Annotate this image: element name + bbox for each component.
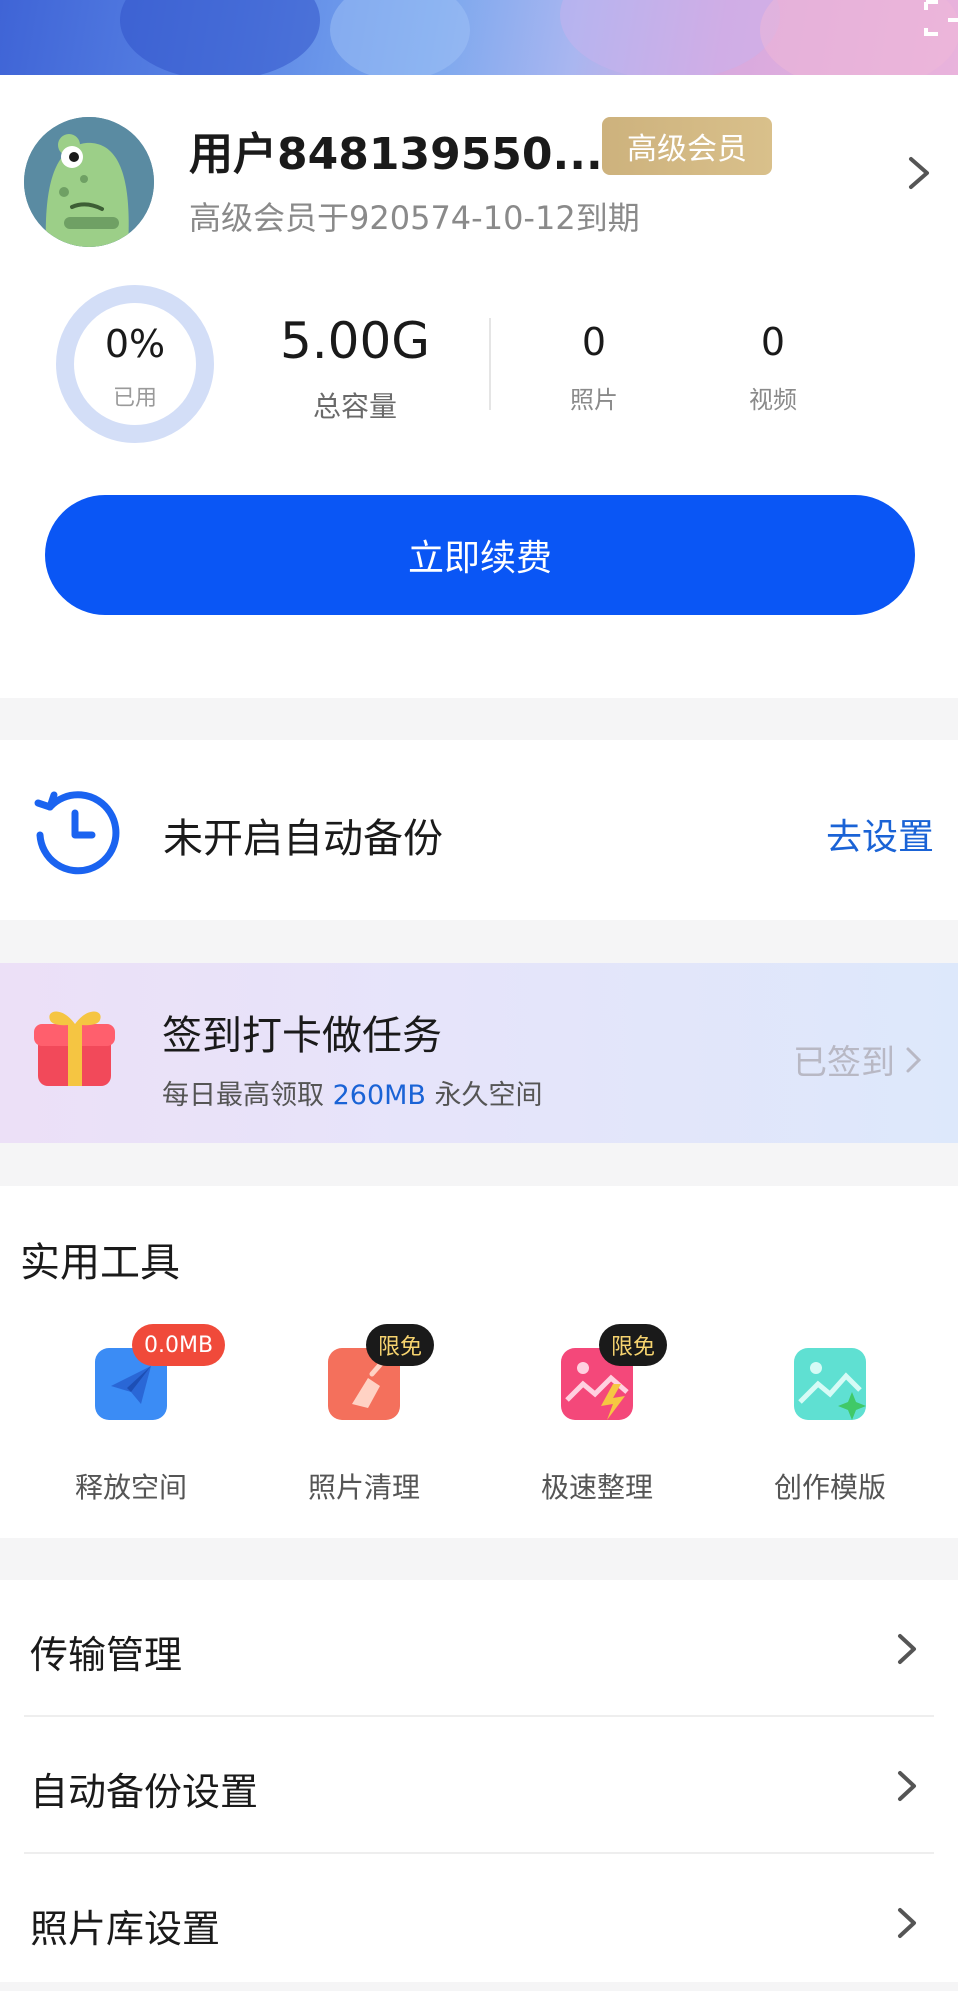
backup-clock-icon xyxy=(34,791,120,875)
tool-label: 释放空间 xyxy=(74,1471,187,1504)
sign-in-subtitle: 每日最高领取 260MB 永久空间 xyxy=(162,1073,543,1112)
capacity-value: 5.00G xyxy=(279,312,431,370)
videos-label: 视频 xyxy=(749,386,797,414)
tool-photo-cleanup[interactable]: 限免 照片清理 xyxy=(284,1324,444,1508)
videos-count[interactable]: 0 xyxy=(713,320,833,364)
monster-avatar-icon xyxy=(24,117,154,247)
photos-count[interactable]: 0 xyxy=(534,320,654,364)
auto-backup-card[interactable] xyxy=(0,740,958,920)
tools-title: 实用工具 xyxy=(20,1240,180,1286)
used-percent: 0% xyxy=(104,322,166,366)
sign-in-subtitle-suffix: 永久空间 xyxy=(434,1080,543,1111)
sparkle-image-icon xyxy=(794,1348,866,1420)
renew-button[interactable]: 立即续费 xyxy=(45,495,915,615)
signed-in-status[interactable]: 已签到 xyxy=(793,1035,925,1084)
vip-badge: 高级会员 xyxy=(602,117,772,175)
list-item-auto-backup-settings[interactable]: 自动备份设置 xyxy=(0,1717,958,1854)
stats-divider xyxy=(489,318,491,410)
list-item-transfer[interactable]: 传输管理 xyxy=(0,1580,958,1717)
membership-expiry: 高级会员于920574-10-12到期 xyxy=(189,199,640,237)
sign-in-subtitle-amount: 260MB xyxy=(332,1080,426,1111)
tool-free-space[interactable]: 0.0MB 释放空间 xyxy=(51,1324,226,1508)
list-item-label: 照片库设置 xyxy=(30,1907,221,1951)
username: 用户848139550... xyxy=(189,129,603,180)
tool-quick-organize[interactable]: 限免 极速整理 xyxy=(517,1324,677,1508)
chevron-right-icon xyxy=(906,1047,922,1072)
header-banner xyxy=(0,0,958,75)
list-item-photo-library-settings[interactable]: 照片库设置 xyxy=(0,1854,958,1991)
go-settings-link[interactable]: 去设置 xyxy=(826,808,934,860)
tool-label: 照片清理 xyxy=(307,1471,420,1504)
gift-icon xyxy=(34,1011,115,1086)
photos-label: 照片 xyxy=(570,386,618,414)
list-item-label: 自动备份设置 xyxy=(30,1770,259,1814)
chevron-right-icon[interactable] xyxy=(905,155,933,191)
sign-in-subtitle-prefix: 每日最高领取 xyxy=(162,1080,324,1111)
sign-in-title: 签到打卡做任务 xyxy=(162,1013,442,1059)
auto-backup-status: 未开启自动备份 xyxy=(163,816,443,862)
chevron-right-icon xyxy=(898,1634,916,1664)
chevron-right-icon xyxy=(898,1908,916,1938)
list-item-label: 传输管理 xyxy=(30,1633,183,1677)
tool-badge: 限免 xyxy=(599,1324,668,1366)
tool-label: 极速整理 xyxy=(540,1471,653,1504)
tool-badge: 限免 xyxy=(366,1324,435,1366)
signed-in-label: 已签到 xyxy=(793,1043,895,1083)
scan-icon[interactable] xyxy=(918,0,958,38)
capacity-label: 总容量 xyxy=(312,390,397,423)
tool-creation-template[interactable]: 创作模版 xyxy=(750,1348,910,1508)
chevron-right-icon xyxy=(898,1771,916,1801)
used-label: 已用 xyxy=(112,386,157,411)
tool-badge: 0.0MB xyxy=(132,1324,226,1366)
tool-label: 创作模版 xyxy=(773,1471,886,1504)
avatar[interactable] xyxy=(24,117,154,247)
